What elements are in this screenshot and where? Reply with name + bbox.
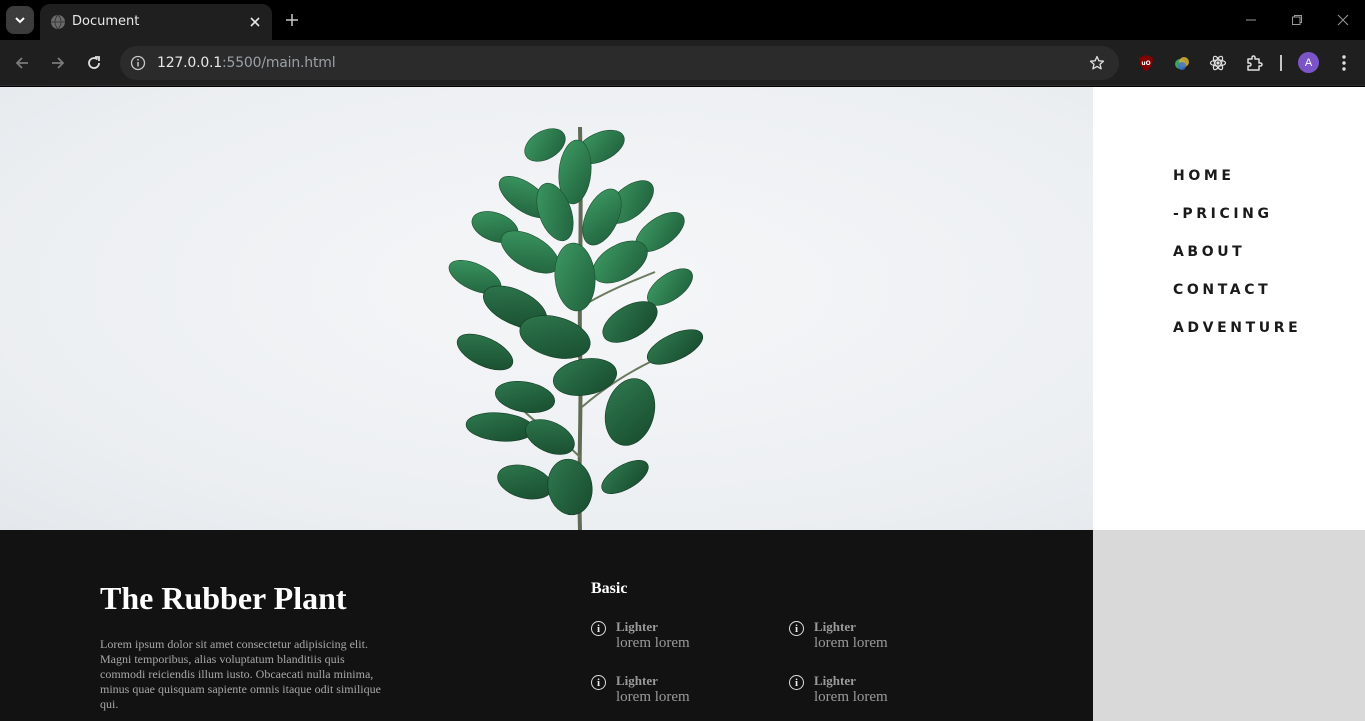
tab-close-button[interactable] [246, 13, 264, 31]
basic-heading: Basic [591, 580, 628, 597]
feature-value: lorem lorem [616, 635, 690, 651]
react-devtools-icon [1209, 55, 1227, 71]
feature-label: Lighter [814, 619, 856, 634]
nav-item-about[interactable]: ABOUT [1173, 243, 1301, 281]
ublock-extension[interactable]: uO [1135, 52, 1157, 74]
nav-item-adventure[interactable]: ADVENTURE [1173, 319, 1301, 357]
info-icon: i [789, 675, 804, 690]
feature-value: lorem lorem [814, 689, 888, 705]
more-vert-icon [1342, 55, 1346, 71]
minimize-button[interactable] [1242, 11, 1260, 29]
close-window-button[interactable] [1334, 11, 1352, 29]
new-tab-button[interactable] [282, 10, 302, 30]
tab-search-button[interactable] [6, 6, 34, 34]
feature-item: i Lighter lorem lorem [789, 673, 959, 713]
extensions-button[interactable] [1243, 52, 1265, 74]
browser-toolbar: 127.0.0.1:5500/main.html uO A [0, 40, 1365, 86]
forward-arrow-icon [52, 57, 65, 69]
svg-text:uO: uO [1141, 60, 1150, 67]
back-button[interactable] [10, 51, 34, 75]
plant-info-section: The Rubber Plant Lorem ipsum dolor sit a… [0, 530, 1093, 721]
side-gray-panel [1093, 530, 1365, 721]
puzzle-icon [1247, 55, 1263, 71]
nav-item-contact[interactable]: CONTACT [1173, 281, 1301, 319]
feature-label: Lighter [616, 673, 658, 688]
browser-menu-button[interactable] [1334, 52, 1354, 74]
plant-description: Lorem ipsum dolor sit amet consectetur a… [100, 637, 381, 711]
tab-search-icon [15, 17, 25, 24]
feature-value: lorem lorem [616, 689, 690, 705]
info-icon: i [591, 675, 606, 690]
info-icon: i [591, 621, 606, 636]
nav-item-pricing[interactable]: -PRICING [1173, 205, 1301, 243]
reload-button[interactable] [82, 51, 106, 75]
url-host: 127.0.0.1 [157, 55, 222, 71]
tab-document[interactable]: Document [40, 4, 272, 40]
feature-item: i Lighter lorem lorem [789, 619, 959, 659]
nav-list: HOME -PRICING ABOUT CONTACT ADVENTURE [1173, 167, 1301, 357]
react-devtools-extension[interactable] [1207, 52, 1229, 74]
back-arrow-icon [15, 57, 28, 69]
address-bar[interactable]: 127.0.0.1:5500/main.html [120, 46, 1119, 80]
tab-strip: Document [0, 0, 1365, 40]
plant-title: The Rubber Plant [100, 580, 347, 616]
close-icon [250, 17, 260, 27]
restore-icon [1292, 15, 1302, 25]
profile-avatar[interactable]: A [1298, 52, 1319, 73]
tab-title: Document [72, 14, 140, 29]
bookmark-button[interactable] [1087, 53, 1107, 73]
info-icon [130, 55, 146, 71]
close-icon [1337, 14, 1349, 26]
info-icon: i [789, 621, 804, 636]
minimize-icon [1246, 19, 1256, 21]
star-icon [1089, 55, 1105, 70]
page-viewport: HOME -PRICING ABOUT CONTACT ADVENTURE Th… [0, 87, 1365, 721]
feature-item: i Lighter lorem lorem [591, 619, 761, 659]
url-path: :5500/main.html [222, 55, 336, 71]
nav-item-home[interactable]: HOME [1173, 167, 1301, 205]
color-extension-icon [1175, 57, 1189, 70]
restore-button[interactable] [1288, 11, 1306, 29]
feature-value: lorem lorem [814, 635, 888, 651]
feature-label: Lighter [814, 673, 856, 688]
forward-button[interactable] [46, 51, 70, 75]
url-text: 127.0.0.1:5500/main.html [157, 55, 336, 71]
color-extension[interactable] [1171, 52, 1193, 74]
site-info-button[interactable] [128, 53, 148, 73]
toolbar-divider [1280, 55, 1282, 71]
feature-label: Lighter [616, 619, 658, 634]
feature-item: i Lighter lorem lorem [591, 673, 761, 713]
plus-icon [286, 14, 298, 26]
rubber-plant-image [448, 126, 704, 530]
reload-icon [88, 56, 100, 69]
hero-image [0, 87, 1093, 530]
side-navigation: HOME -PRICING ABOUT CONTACT ADVENTURE [1093, 87, 1365, 530]
ublock-icon: uO [1139, 55, 1153, 71]
globe-icon [51, 14, 65, 30]
